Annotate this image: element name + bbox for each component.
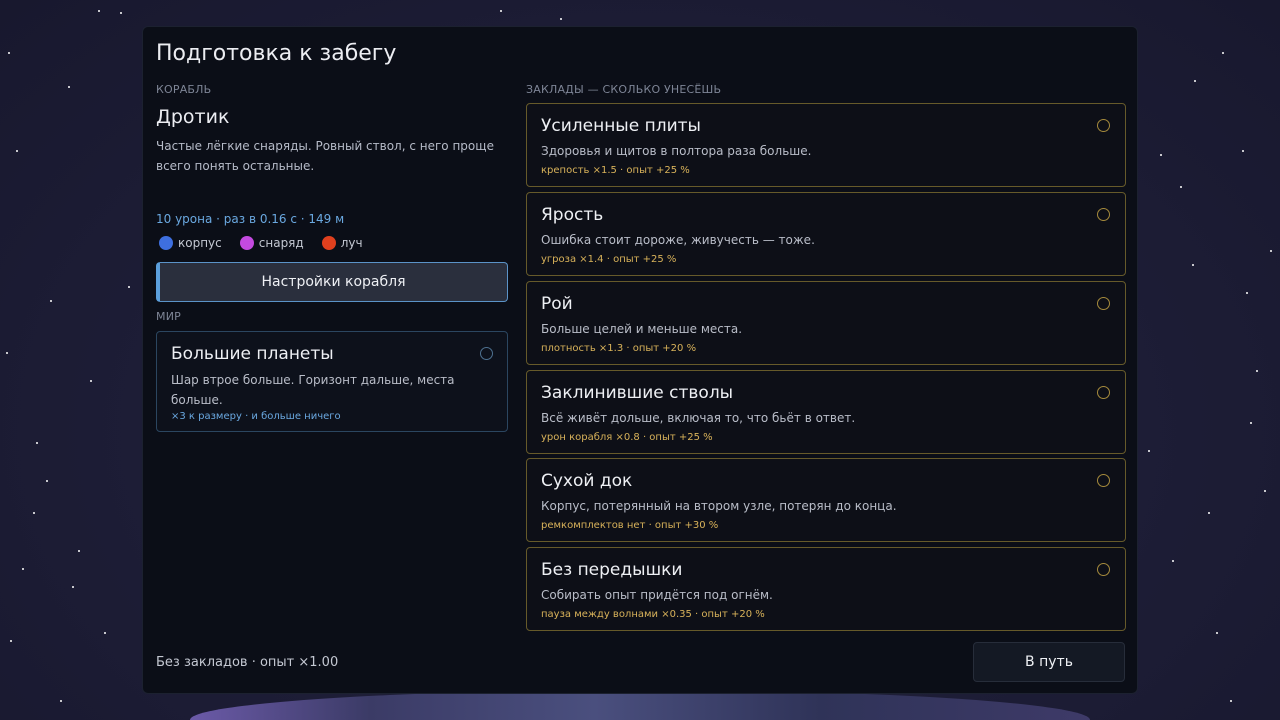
star	[72, 586, 74, 588]
world-radio[interactable]	[480, 347, 493, 360]
stake-card-modifier: пауза между волнами ×0.35 · опыт +20 %	[541, 609, 765, 620]
star	[128, 286, 130, 288]
stake-card-swarm[interactable]: Рой Больше целей и меньше места. плотнос…	[526, 281, 1126, 365]
star	[36, 442, 38, 444]
star	[78, 550, 80, 552]
world-section-label: МИР	[156, 310, 181, 323]
star	[1192, 264, 1194, 266]
stake-radio[interactable]	[1097, 563, 1110, 576]
projectile-dot-icon	[239, 236, 254, 250]
legend-item-beam: луч	[321, 236, 363, 250]
star	[1270, 250, 1272, 252]
legend-label: корпус	[178, 236, 222, 250]
world-card-big-planets[interactable]: Большие планеты Шар втрое больше. Горизо…	[156, 331, 508, 432]
stake-card-reinforced-plates[interactable]: Усиленные плиты Здоровья и щитов в полто…	[526, 103, 1126, 187]
world-card-modifier: ×3 к размеру · и больше ничего	[171, 411, 341, 422]
star	[98, 10, 100, 12]
stake-card-description: Собирать опыт придётся под огнём.	[541, 588, 773, 602]
stake-card-dry-dock[interactable]: Сухой док Корпус, потерянный на втором у…	[526, 458, 1126, 542]
star	[60, 700, 62, 702]
stake-card-title: Ярость	[541, 205, 604, 225]
stake-radio[interactable]	[1097, 208, 1110, 221]
star	[1264, 490, 1266, 492]
stake-card-description: Ошибка стоит дороже, живучесть — тоже.	[541, 233, 815, 247]
stake-radio[interactable]	[1097, 119, 1110, 132]
hull-dot-icon	[159, 236, 173, 250]
star	[50, 300, 52, 302]
star	[1256, 370, 1258, 372]
star	[90, 380, 92, 382]
star	[46, 480, 48, 482]
stake-card-jammed-barrels[interactable]: Заклинившие стволы Всё живёт дольше, вкл…	[526, 370, 1126, 454]
stake-card-modifier: крепость ×1.5 · опыт +25 %	[541, 165, 690, 176]
star	[1250, 422, 1252, 424]
stake-card-modifier: урон корабля ×0.8 · опыт +25 %	[541, 432, 713, 443]
stake-card-description: Всё живёт дольше, включая то, что бьёт в…	[541, 411, 856, 425]
ship-description: Частые лёгкие снаряды. Ровный ствол, с н…	[156, 139, 494, 173]
legend-item-projectile: снаряд	[239, 236, 304, 250]
ship-section-label: КОРАБЛЬ	[156, 83, 212, 96]
stake-radio[interactable]	[1097, 386, 1110, 399]
ship-name: Дротик	[156, 106, 230, 128]
beam-dot-icon	[321, 236, 336, 250]
star	[1222, 52, 1224, 54]
star	[10, 640, 12, 642]
stake-radio[interactable]	[1097, 474, 1110, 487]
stake-card-modifier: плотность ×1.3 · опыт +20 %	[541, 343, 697, 354]
stake-card-fury[interactable]: Ярость Ошибка стоит дороже, живучесть — …	[526, 192, 1126, 276]
stake-card-description: Корпус, потерянный на втором узле, потер…	[541, 499, 897, 513]
star	[560, 18, 562, 20]
world-card-title: Большие планеты	[171, 344, 334, 364]
star	[1208, 512, 1210, 514]
run-setup-panel: Подготовка к забегу КОРАБЛЬ Дротик Часты…	[142, 26, 1138, 694]
start-run-button[interactable]: В путь	[973, 642, 1125, 682]
stake-card-no-respite[interactable]: Без передышки Собирать опыт придётся под…	[526, 547, 1126, 631]
star	[22, 568, 24, 570]
star	[1180, 186, 1182, 188]
star	[33, 512, 35, 514]
stake-radio[interactable]	[1097, 297, 1110, 310]
stake-card-title: Сухой док	[541, 471, 633, 491]
stake-card-description: Больше целей и меньше места.	[541, 322, 743, 336]
world-card-description: Шар втрое больше. Горизонт дальше, места…	[171, 373, 455, 407]
star	[1194, 80, 1196, 82]
stakes-section-label: ЗАКЛАДЫ — СКОЛЬКО УНЕСЁШЬ	[526, 83, 722, 96]
star	[8, 52, 10, 54]
stake-card-title: Заклинившие стволы	[541, 383, 734, 403]
star	[120, 12, 122, 14]
star	[1230, 700, 1232, 702]
damage-type-legend: корпус снаряд луч	[159, 236, 363, 250]
star	[1242, 150, 1244, 152]
star	[6, 352, 8, 354]
stake-card-description: Здоровья и щитов в полтора раза больше.	[541, 144, 812, 158]
legend-label: луч	[340, 236, 363, 250]
ship-settings-button[interactable]: Настройки корабля	[156, 262, 508, 302]
stake-card-title: Усиленные плиты	[541, 116, 701, 136]
legend-label: снаряд	[258, 236, 304, 250]
stake-card-modifier: угроза ×1.4 · опыт +25 %	[541, 254, 677, 265]
star	[1148, 450, 1150, 452]
stake-card-modifier: ремкомплектов нет · опыт +30 %	[541, 520, 719, 531]
stakes-summary: Без закладов · опыт ×1.00	[156, 655, 339, 670]
legend-item-hull: корпус	[159, 236, 222, 250]
star	[1216, 632, 1218, 634]
star	[1246, 292, 1248, 294]
star	[500, 10, 502, 12]
star	[104, 632, 106, 634]
stake-card-title: Рой	[541, 294, 573, 314]
stake-card-title: Без передышки	[541, 560, 683, 580]
star	[16, 150, 18, 152]
star	[68, 86, 70, 88]
star	[1160, 154, 1162, 156]
star	[1172, 560, 1174, 562]
page-title: Подготовка к забегу	[156, 41, 397, 66]
ship-stats: 10 урона · раз в 0.16 с · 149 м	[156, 212, 345, 226]
